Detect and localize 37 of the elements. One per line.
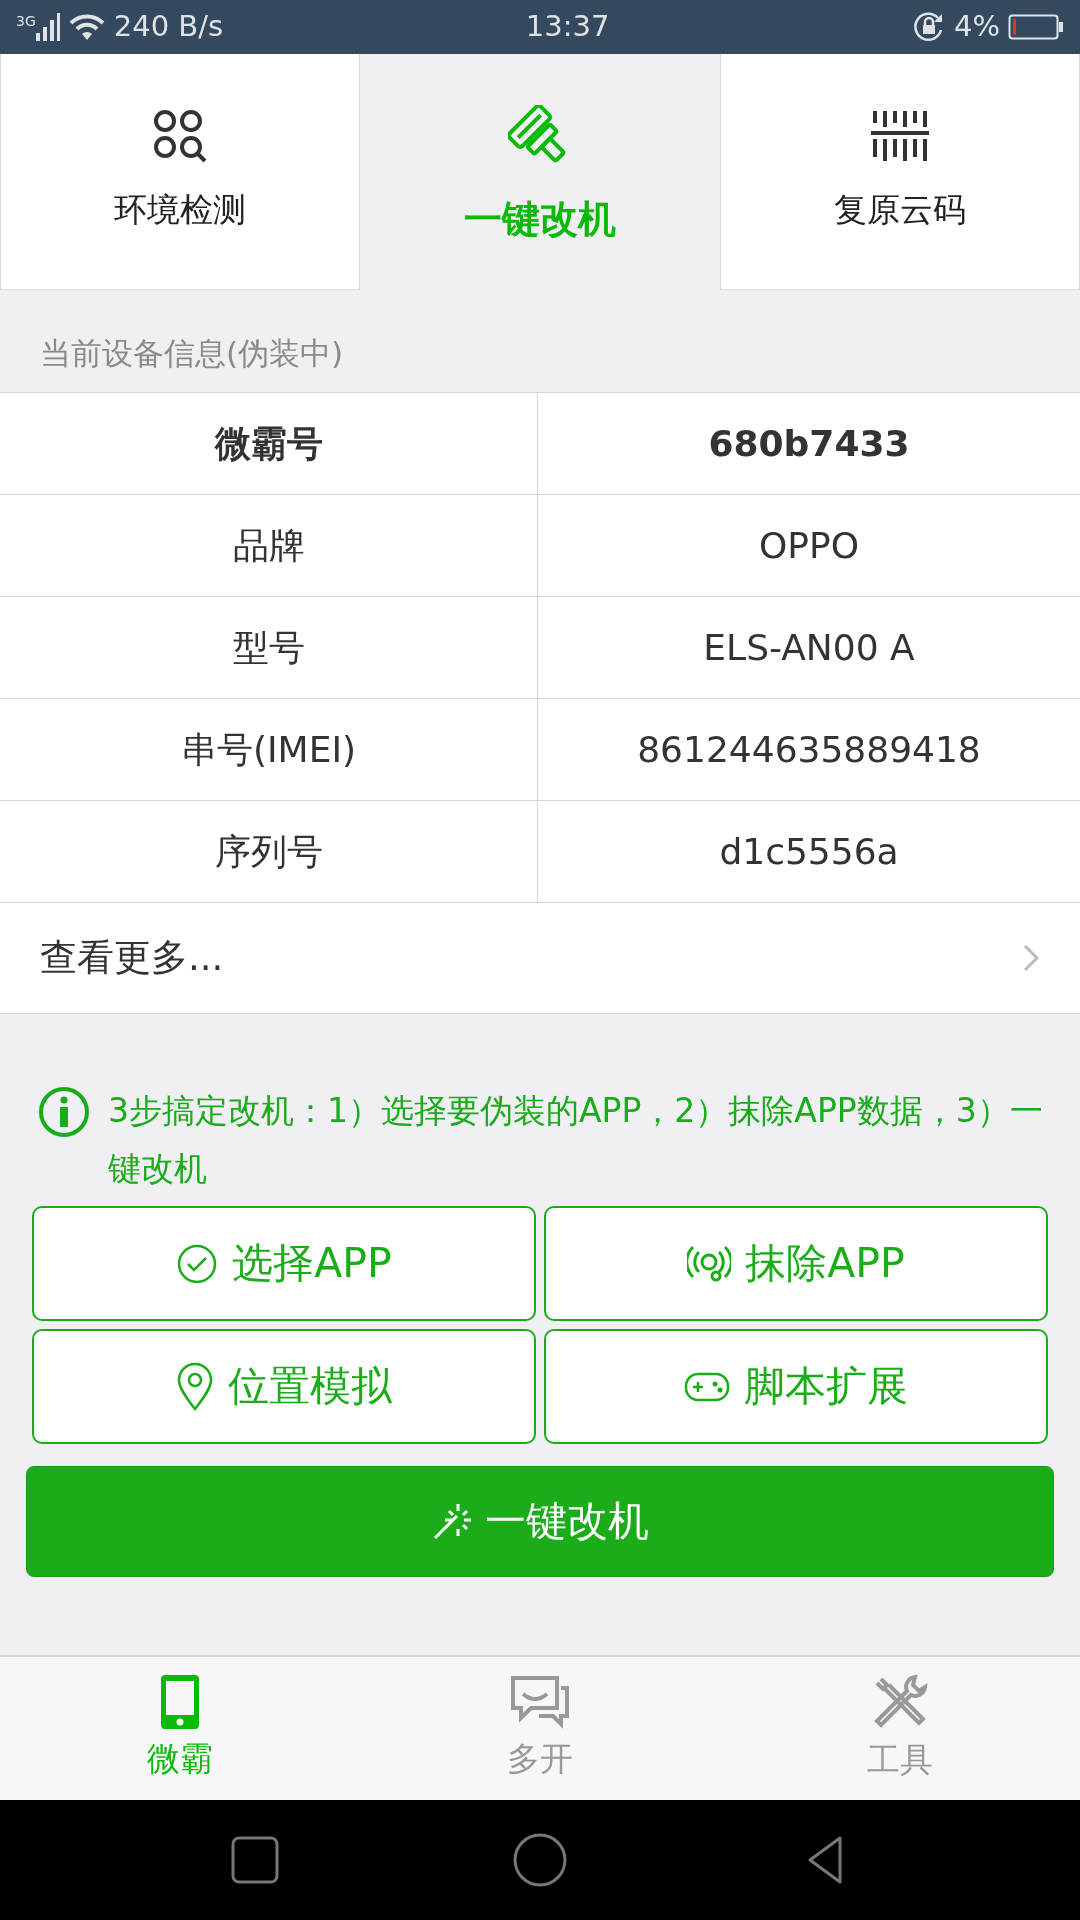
network-speed: 240 B/s bbox=[113, 8, 224, 46]
action-button[interactable]: 选择APP bbox=[32, 1206, 536, 1321]
wifi-icon bbox=[67, 13, 106, 41]
battery-percent: 4% bbox=[954, 8, 1000, 46]
action-button[interactable]: 脚本扩展 bbox=[544, 1329, 1048, 1444]
table-cell-text: 861244635889418 bbox=[636, 727, 982, 772]
more-link[interactable]: 查看更多... bbox=[0, 902, 1080, 1014]
circles-search-icon bbox=[153, 108, 207, 163]
table-cell-text: 680b7433 bbox=[707, 421, 911, 466]
nav-tab[interactable]: 微霸 bbox=[0, 1657, 360, 1800]
action-button[interactable]: 位置模拟 bbox=[32, 1329, 536, 1444]
home-icon[interactable] bbox=[513, 1833, 567, 1887]
info-icon bbox=[38, 1086, 90, 1138]
table-cell-text: ELS-AN00 A bbox=[702, 625, 916, 670]
chevron-right-icon bbox=[1022, 943, 1040, 973]
check-circle-icon bbox=[176, 1242, 219, 1285]
nav-tab[interactable]: 工具 bbox=[720, 1657, 1080, 1800]
phone-icon bbox=[160, 1673, 200, 1730]
section-title: 当前设备信息(伪装中) bbox=[40, 333, 344, 373]
signal-icon bbox=[35, 13, 60, 41]
nav-tab[interactable]: 多开 bbox=[360, 1657, 720, 1800]
tab[interactable]: 环境检测 bbox=[0, 54, 360, 290]
table-cell-text: d1c5556a bbox=[718, 829, 900, 874]
barcode-icon bbox=[871, 108, 929, 163]
signal-waves-icon bbox=[687, 1243, 732, 1284]
primary-button[interactable]: 一键改机 bbox=[26, 1466, 1054, 1577]
table-cell-text: OPPO bbox=[757, 523, 861, 568]
sparkle-wand-icon bbox=[431, 1501, 471, 1542]
battery-icon bbox=[1008, 14, 1064, 40]
gamepad-icon bbox=[684, 1370, 730, 1403]
chat-bubbles-icon bbox=[509, 1673, 571, 1730]
map-pin-icon bbox=[176, 1361, 214, 1412]
tip-text: 3步搞定改机：1）选择要伪装的APP，2）抹除APP数据，3）一键改机 bbox=[108, 1090, 1044, 1190]
network-type: 3G bbox=[16, 12, 36, 32]
tab[interactable]: 复原云码 bbox=[720, 54, 1080, 290]
action-button[interactable]: 抹除APP bbox=[544, 1206, 1048, 1321]
clock: 13:37 bbox=[525, 8, 610, 46]
